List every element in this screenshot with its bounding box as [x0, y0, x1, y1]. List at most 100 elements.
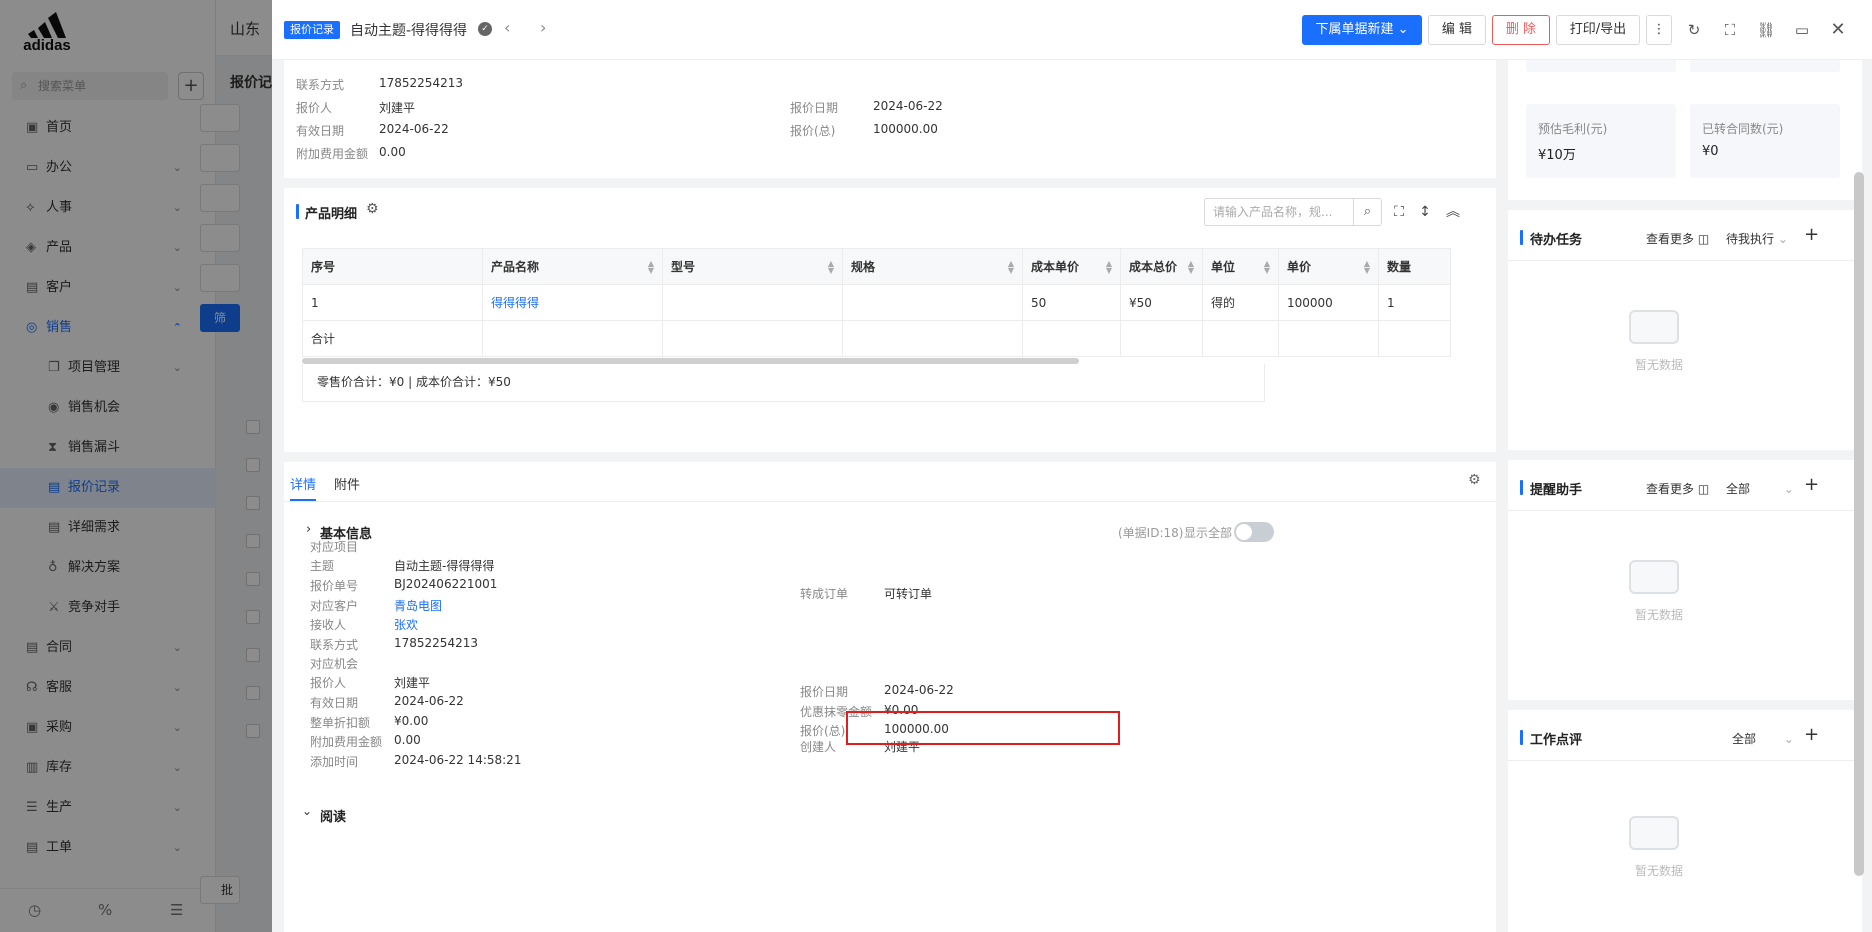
- column-header[interactable]: 单价 ▲ ▼: [1278, 248, 1379, 285]
- dock-icon[interactable]: ▭: [1790, 18, 1814, 42]
- sort-icon[interactable]: ▲ ▼: [1008, 260, 1014, 275]
- tab-attachments[interactable]: 附件: [334, 474, 360, 493]
- field-label: 整单折扣额: [310, 716, 371, 730]
- field-label: 对应客户: [310, 599, 359, 613]
- todo-card: 待办任务 查看更多 ◫ 待我执行 ⌄ + 暂无数据: [1508, 210, 1862, 450]
- column-header[interactable]: 成本总价 ▲ ▼: [1120, 248, 1203, 285]
- cell-price: 100000: [1278, 284, 1379, 321]
- summary-card: 联系方式 17852254213 报价人 刘建平 报价日期 2024-06-22…: [284, 60, 1496, 178]
- column-settings-gear-icon[interactable]: ⚙: [366, 201, 379, 217]
- field-label: 添加时间: [310, 755, 359, 769]
- product-search-input[interactable]: 请输入产品名称，规...: [1204, 198, 1354, 226]
- new-sub-document-label: 下属单据新建 ⌄: [1315, 22, 1409, 37]
- summary-valid-value: 2024-06-22: [379, 122, 449, 136]
- column-header[interactable]: 单位 ▲ ▼: [1202, 248, 1279, 285]
- field-value-link[interactable]: 青岛电图: [394, 597, 442, 614]
- field-value: 0.00: [394, 733, 421, 747]
- column-header[interactable]: 序号: [302, 248, 483, 285]
- section-marker: [1520, 730, 1523, 745]
- sort-icon[interactable]: ▲ ▼: [1264, 260, 1270, 275]
- delete-button[interactable]: 删 除: [1492, 15, 1550, 45]
- todo-filter-select[interactable]: 待我执行 ⌄: [1726, 230, 1788, 247]
- column-header[interactable]: 产品名称 ▲ ▼: [482, 248, 663, 285]
- column-header-label: 成本总价: [1129, 260, 1178, 274]
- chevron-right-icon[interactable]: ›: [306, 522, 311, 537]
- detail-settings-gear-icon[interactable]: ⚙: [1468, 472, 1481, 488]
- chevron-down-icon[interactable]: ⌄: [302, 804, 312, 818]
- edit-button[interactable]: 编 辑: [1428, 15, 1486, 45]
- link-icon[interactable]: ⛓: [1754, 18, 1778, 42]
- more-options-icon[interactable]: ⋮: [1646, 15, 1672, 45]
- stat-value: ¥10万: [1538, 148, 1576, 163]
- section-marker: [1520, 480, 1523, 495]
- reminder-title: 提醒助手: [1530, 483, 1583, 498]
- stat-value: ¥0: [1702, 144, 1719, 159]
- empty-inbox-icon: [1629, 560, 1679, 594]
- field-value-link[interactable]: 张欢: [394, 616, 418, 633]
- side-panel-scrollbar[interactable]: [1854, 172, 1864, 876]
- summary-quote-date-label: 报价日期: [790, 101, 839, 115]
- record-type-tag: 报价记录: [284, 21, 340, 39]
- new-sub-document-button[interactable]: 下属单据新建 ⌄: [1302, 15, 1422, 45]
- product-table: 序号 产品名称 ▲ ▼ 型号 ▲ ▼ 规格 ▲ ▼ 成本单价 ▲ ▼ 成本总价 ▲ ▼ 单位 ▲ ▼ 单…: [302, 248, 1451, 357]
- quote-date-value: 2024-06-22: [884, 683, 954, 697]
- cell-index: 1: [302, 284, 483, 321]
- print-export-label: 打印/导出: [1569, 22, 1627, 37]
- add-reminder-icon[interactable]: +: [1804, 474, 1819, 495]
- fullscreen-icon[interactable]: ⛶: [1718, 18, 1742, 42]
- close-icon[interactable]: ✕: [1826, 18, 1850, 42]
- reminder-filter-value: 全部: [1726, 482, 1751, 496]
- total-cell: [1022, 320, 1121, 357]
- field-label: 对应项目: [310, 540, 359, 554]
- chevron-down-icon: ⌄: [1783, 732, 1794, 746]
- read-section-title[interactable]: 阅读: [320, 806, 346, 825]
- sort-icon[interactable]: ▲ ▼: [1106, 260, 1112, 275]
- sort-icon[interactable]: ▲ ▼: [648, 260, 654, 275]
- field-label: 报价单号: [310, 579, 359, 593]
- next-record-icon[interactable]: ›: [540, 18, 546, 37]
- column-header-label: 数量: [1387, 260, 1412, 274]
- annotation-highlight-box: [846, 711, 1120, 745]
- reminder-more-link[interactable]: 查看更多 ◫: [1646, 480, 1709, 497]
- column-header-label: 单位: [1211, 260, 1236, 274]
- tab-detail[interactable]: 详情: [290, 474, 316, 493]
- column-header[interactable]: 规格 ▲ ▼: [842, 248, 1023, 285]
- print-export-button[interactable]: 打印/导出: [1556, 15, 1640, 45]
- column-header[interactable]: 成本单价 ▲ ▼: [1022, 248, 1121, 285]
- field-value: 2024-06-22: [394, 694, 464, 708]
- show-all-toggle[interactable]: [1234, 522, 1274, 542]
- column-header[interactable]: 型号 ▲ ▼: [662, 248, 843, 285]
- product-search-button[interactable]: ⌕: [1354, 198, 1382, 226]
- column-header-label: 成本单价: [1031, 260, 1080, 274]
- todo-more-link[interactable]: 查看更多 ◫: [1646, 230, 1709, 247]
- cell-model: [662, 284, 843, 321]
- summary-quoter-label: 报价人: [296, 101, 333, 115]
- sort-icon[interactable]: ▲ ▼: [1364, 260, 1370, 275]
- field-value: ¥0.00: [394, 714, 429, 728]
- summary-extra-label: 附加费用金额: [296, 147, 369, 161]
- section-marker: [1520, 230, 1523, 245]
- add-todo-icon[interactable]: +: [1804, 224, 1819, 245]
- refresh-icon[interactable]: ↻: [1682, 18, 1706, 42]
- expand-table-icon[interactable]: ⛶: [1388, 200, 1410, 224]
- field-label: 主题: [310, 559, 335, 573]
- verified-check-icon: ✓: [478, 22, 492, 36]
- product-name-link[interactable]: 得得得得: [482, 284, 663, 321]
- reminder-empty-text: 暂无数据: [1635, 608, 1684, 622]
- review-filter-select[interactable]: 全部 ⌄: [1732, 730, 1794, 747]
- sort-icon[interactable]: ▲ ▼: [828, 260, 834, 275]
- field-value: 自动主题-得得得得: [394, 559, 495, 573]
- reminder-filter-select[interactable]: 全部 ⌄: [1726, 480, 1794, 497]
- field-label: 对应机会: [310, 657, 359, 671]
- stat-label: 已转合同数(元): [1702, 122, 1784, 136]
- prev-record-icon[interactable]: ‹: [504, 18, 510, 37]
- row-height-icon[interactable]: ↕: [1414, 200, 1436, 224]
- summary-valid-label: 有效日期: [296, 124, 345, 138]
- divider: [1508, 760, 1862, 761]
- column-header[interactable]: 数量: [1378, 248, 1451, 285]
- total-row: 合计: [302, 320, 1451, 357]
- collapse-section-icon[interactable]: ︽: [1442, 200, 1464, 224]
- product-detail-card: 产品明细 ⚙ 请输入产品名称，规... ⌕ ⛶ ↕ ︽ 序号 产品名称 ▲ ▼ 型号…: [284, 188, 1496, 452]
- add-review-icon[interactable]: +: [1804, 724, 1819, 745]
- sort-icon[interactable]: ▲ ▼: [1188, 260, 1194, 275]
